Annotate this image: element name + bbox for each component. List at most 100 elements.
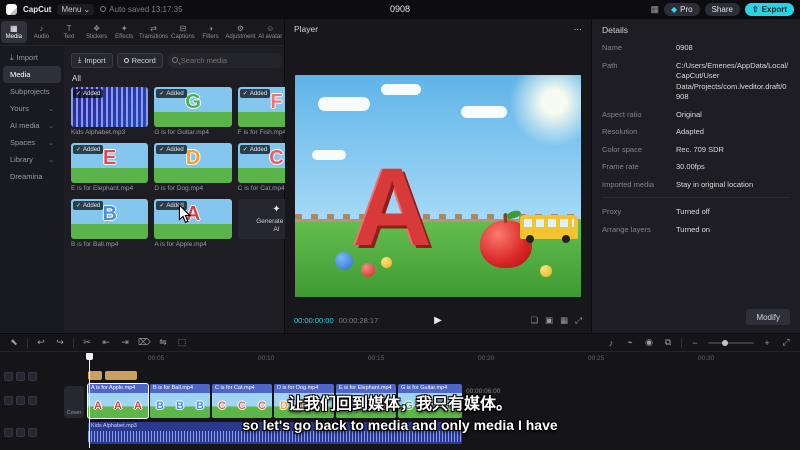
fullscreen-icon[interactable]: ⤢ [575,315,582,326]
timeline-ruler[interactable]: 00:05 00:10 00:15 00:20 00:25 00:30 [0,353,800,365]
video-thumbnail: ✓ Added A [154,199,232,239]
zoom-knob[interactable] [721,339,728,346]
check-icon: ✓ [159,91,165,97]
media-item-name: D is for Dog.mp4 [154,185,204,192]
zoom-in-icon[interactable]: + [761,338,773,348]
player-menu-icon[interactable]: ⋯ [574,24,583,35]
layout-icon[interactable]: ▦ [650,4,659,15]
school-bus-graphic [520,215,579,244]
ai-avatar-icon: ☺ [266,23,275,33]
chevron-down-icon: ⌄ [48,139,54,147]
fit-timeline-icon[interactable]: ⤢ [780,337,792,348]
zoom-out-icon[interactable]: − [689,338,701,348]
record-button[interactable]: Record [116,52,163,68]
media-item-audio[interactable]: ✓ Added Kids Alphabet.mp3 [71,87,149,136]
check-icon: ✓ [159,147,165,153]
text-clip[interactable] [88,371,102,380]
ruler-tick: 00:25 [588,355,605,362]
magnet-icon[interactable]: ◉ [643,337,655,348]
tab-filters[interactable]: ◑ Filters [198,21,224,43]
transitions-icon: ⇄ [150,23,157,33]
snap-icon[interactable]: ⧉ [662,337,674,348]
pro-button[interactable]: ◆ Pro [663,2,700,16]
search-box[interactable] [166,52,283,68]
video-preview[interactable]: A [295,75,581,297]
delete-left-icon[interactable]: ⇤ [100,337,112,348]
detail-row-proxy: Proxy Turned off [602,207,710,216]
media-item[interactable]: ✓ Added B B is for Ball.mp4 [71,199,149,248]
tab-media[interactable]: ▦ Media [1,21,27,43]
sidebar-item-library[interactable]: Library ⌄ [3,151,61,168]
sidebar-item-dreamina[interactable]: Dreamina [3,168,61,185]
added-badge: ✓ Added [239,145,271,154]
crop-icon[interactable]: ⬚ [176,337,188,348]
autosave-icon [100,6,107,12]
import-button[interactable]: ⤓ Import [71,52,113,68]
delete-right-icon[interactable]: ⇥ [119,337,131,348]
media-item-name: A is for Apple.mp4 [154,241,207,248]
track-hide-icon[interactable] [4,372,13,381]
sidebar-item-ai-media[interactable]: AI media ⌄ [3,117,61,134]
player-panel: Player ⋯ A 00:00:00:00 00:00:28:17 ▶ ❏ ▣… [285,19,591,333]
link-icon[interactable]: ⌁ [624,337,636,348]
video-thumbnail: ✓ Added D [154,143,232,183]
grid-icon[interactable]: ▦ [560,315,568,326]
added-badge: ✓ Added [73,201,104,210]
divider [73,337,74,348]
app-name: CapCut [23,4,52,14]
cloud [312,150,347,161]
text-icon: T [66,23,72,33]
mirror-icon[interactable]: ⇋ [157,337,169,348]
media-item[interactable]: ✓ Added G G is for Guitar.mp4 [154,87,232,136]
ruler-tick: 00:05 [148,355,165,362]
select-tool-icon[interactable]: ⬉ [8,337,20,348]
tab-text[interactable]: T Text [56,21,82,43]
text-clip[interactable] [105,371,137,380]
delete-icon[interactable]: ⌦ [138,337,151,348]
timeline-zoom-slider[interactable] [708,339,754,346]
detail-row-arrange-layers: Arrange layers Turned on [602,224,710,234]
effects-icon: ✦ [120,23,128,33]
play-button[interactable]: ▶ [434,315,442,326]
tab-captions[interactable]: ⊟ Captions [170,21,196,43]
mirror-preview-icon[interactable]: ❏ [531,315,539,326]
sidebar-item-subprojects[interactable]: Subprojects [3,83,61,100]
sidebar-item-import[interactable]: ⤓ Import [3,49,61,66]
tab-ai-avatar[interactable]: ☺ AI avatar [257,21,283,43]
media-library-panel: ▦ Media ♪ Audio T Text ❖ Stickers ✦ Effects ⇄… [0,19,315,333]
media-item[interactable]: ✓ Added E E is for Elephant.mp4 [71,143,149,192]
tab-audio[interactable]: ♪ Audio [29,21,55,43]
details-panel: Details Name 0908 Path C:/Users/Emenes/App… [592,19,800,333]
modify-button[interactable]: Modify [746,309,790,325]
track-mute-icon[interactable] [16,372,25,381]
tab-transitions[interactable]: ⇄ Transitions [139,21,168,43]
track-lock-icon[interactable] [28,372,37,381]
added-badge: ✓ Added [73,145,104,154]
cloud [460,106,507,119]
redo-icon[interactable]: ↪ [54,337,66,348]
added-badge: ✓ Added [73,89,104,98]
cloud [380,83,421,95]
menu-button[interactable]: Menu ⌄ [57,3,95,15]
share-button[interactable]: Share [704,2,740,16]
tab-stickers[interactable]: ❖ Stickers [84,21,110,43]
sparkle-icon: ✦ [272,203,281,215]
preview-letter: A [352,146,432,270]
ratio-icon[interactable]: ▣ [545,315,553,326]
search-input[interactable] [180,55,278,65]
mute-track-icon[interactable]: ♪ [605,338,617,348]
sidebar-item-spaces[interactable]: Spaces ⌄ [3,134,61,151]
tab-adjustment[interactable]: ⚙ Adjustment [225,21,255,43]
sidebar-item-yours[interactable]: Yours ⌄ [3,100,61,117]
tab-effects[interactable]: ✦ Effects [111,21,137,43]
sidebar-item-media[interactable]: Media [3,66,61,83]
split-icon[interactable]: ✂ [81,337,93,348]
media-item[interactable]: ✓ Added A A is for Apple.mp4 [154,199,232,248]
chevron-down-icon: ⌄ [83,4,91,14]
chevron-down-icon: ⌄ [48,156,54,164]
media-item[interactable]: ✓ Added D D is for Dog.mp4 [154,143,232,192]
undo-icon[interactable]: ↩ [35,337,47,348]
export-icon: ⇧ [751,4,759,14]
ruler-tick: 00:15 [368,355,385,362]
export-button[interactable]: ⇧ Export [744,2,794,16]
